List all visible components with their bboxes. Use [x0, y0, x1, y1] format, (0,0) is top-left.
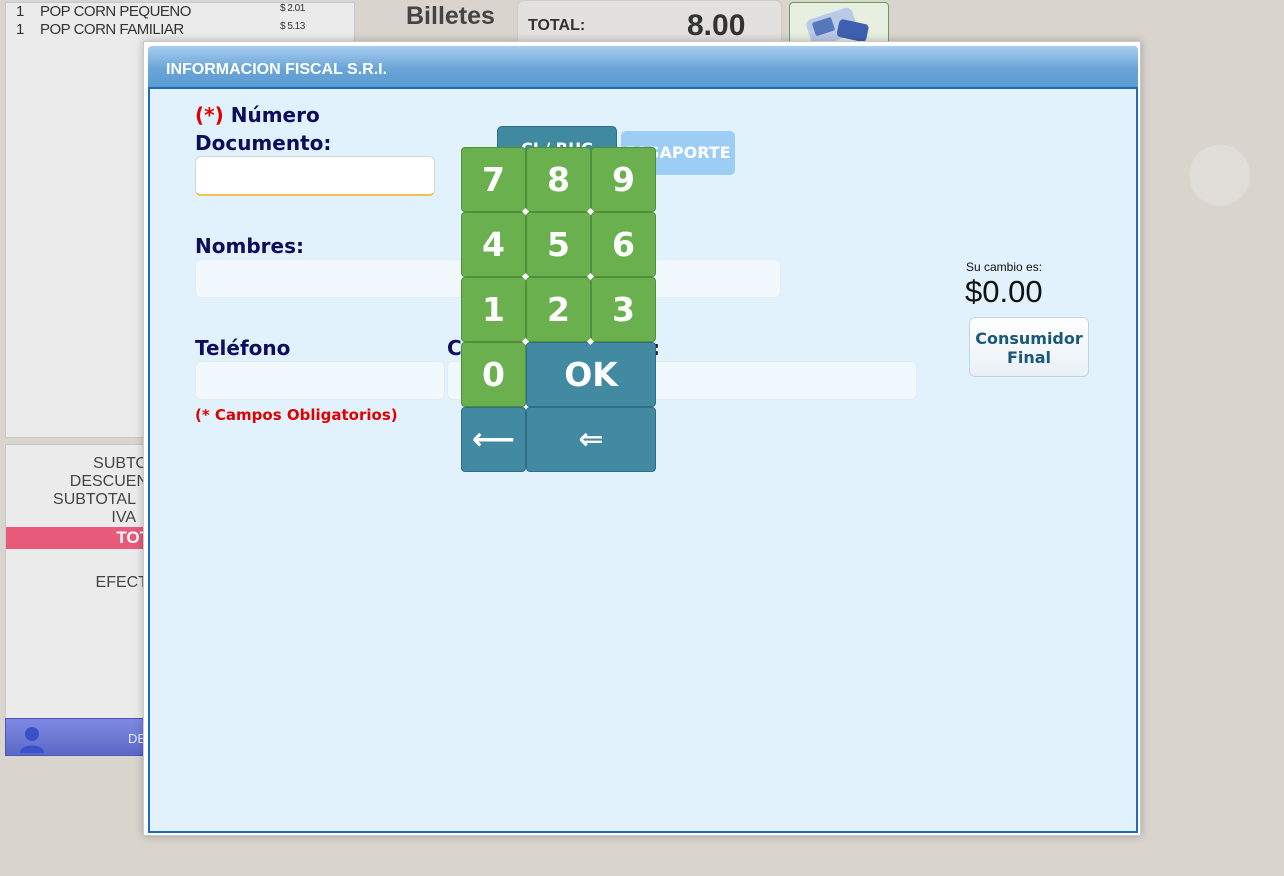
total-value: 8.00 [687, 9, 746, 42]
iva-label: IVA [111, 509, 136, 526]
key-2[interactable]: 2 [526, 277, 591, 342]
user-icon [20, 727, 44, 753]
modal-title: INFORMACION FISCAL S.R.I. [166, 61, 388, 78]
key-4[interactable]: 4 [461, 212, 526, 277]
key-3[interactable]: 3 [591, 277, 656, 342]
required-mark: (*) [195, 103, 224, 127]
billetes-title: Billetes [406, 2, 495, 30]
total-box: TOTAL: 8.00 [517, 0, 782, 46]
ticket-item[interactable]: 1 POP CORN PEQUENO $ 2.01 [6, 3, 354, 21]
ok-button[interactable]: OK [526, 342, 656, 407]
cambio-value: $0.00 [965, 274, 1043, 309]
key-7[interactable]: 7 [461, 147, 526, 212]
numero-text: Número [230, 103, 320, 127]
consumidor-final-line1: Consumidor [975, 329, 1083, 348]
item-qty: 1 [16, 3, 24, 20]
documento-input[interactable] [195, 156, 435, 196]
consumidor-final-button[interactable]: Consumidor Final [969, 317, 1089, 377]
item-qty: 1 [16, 21, 24, 38]
nombres-label: Nombres: [195, 234, 304, 258]
total-label: TOTAL: [528, 17, 586, 34]
subtotal-label: SUBTO [93, 455, 148, 472]
ticket-item[interactable]: 1 POP CORN FAMILIAR $ 5.13 [6, 21, 354, 39]
backspace-button[interactable]: ⟵ [461, 407, 526, 472]
telefono-label: Teléfono [195, 336, 291, 360]
correo-label: C [447, 336, 462, 360]
consumidor-final-line2: Final [1006, 348, 1052, 367]
cambio-label: Su cambio es: [966, 260, 1043, 274]
key-0[interactable]: 0 [461, 342, 526, 407]
required-fields-note: (* Campos Obligatorios) [195, 406, 398, 424]
key-1[interactable]: 1 [461, 277, 526, 342]
item-name: POP CORN FAMILIAR [40, 21, 184, 38]
subtotal2-label: SUBTOTAL [53, 491, 136, 508]
efectivo-label: EFECT [95, 574, 148, 591]
numero-label: (*) Número [195, 103, 320, 127]
clear-button[interactable]: ⇐ [526, 407, 656, 472]
item-price: $ 5.13 [280, 21, 305, 32]
telefono-input[interactable] [195, 361, 445, 400]
key-6[interactable]: 6 [591, 212, 656, 277]
item-price: $ 2.01 [280, 3, 305, 14]
card-payment-button[interactable] [789, 2, 889, 47]
item-name: POP CORN PEQUENO [40, 3, 191, 20]
key-5[interactable]: 5 [526, 212, 591, 277]
modal-header: INFORMACION FISCAL S.R.I. [148, 46, 1138, 87]
documento-label: Documento: [195, 131, 332, 155]
key-9[interactable]: 9 [591, 147, 656, 212]
key-8[interactable]: 8 [526, 147, 591, 212]
descuento-label: DESCUEN [69, 473, 148, 490]
